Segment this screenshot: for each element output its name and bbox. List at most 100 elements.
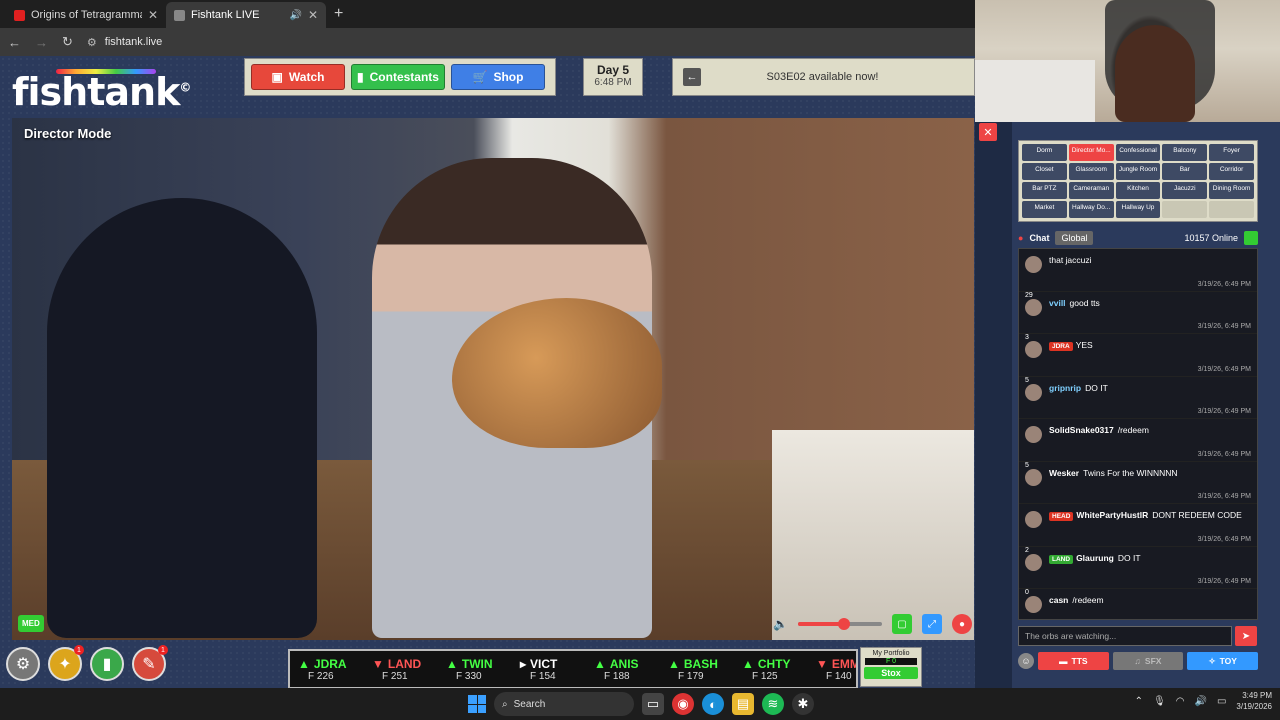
chat-message[interactable]: 3 JDRA YES 3/19/26, 6:49 PM [1019, 334, 1257, 377]
username[interactable]: Glaurung [1076, 553, 1114, 563]
ticker-item[interactable]: ▲ BASH F 179 [660, 657, 734, 682]
chat-message[interactable]: 29 vvill good tts 3/19/26, 6:49 PM [1019, 292, 1257, 334]
camera-button[interactable]: Kitchen [1115, 182, 1161, 199]
tools-button[interactable]: ✎ 1 [132, 645, 168, 681]
username[interactable]: Wesker [1049, 468, 1079, 478]
ticker-item[interactable]: ▲ CHTY F 125 [734, 657, 808, 682]
toy-button[interactable]: ✧ TOY [1187, 652, 1259, 670]
new-tab-button[interactable]: + [326, 2, 351, 28]
camera-button[interactable]: Bar [1162, 163, 1208, 180]
camera-button[interactable]: Glassroom [1068, 163, 1114, 180]
file-explorer-icon[interactable]: ▤ [732, 693, 754, 715]
edge-icon[interactable]: ◐ [702, 693, 724, 715]
chat-message[interactable]: 5 gripnrip DO IT 3/19/26, 6:49 PM [1019, 377, 1257, 419]
tab-tetragrammaton[interactable]: Origins of Tetragrammaton | Jo ✕ [6, 2, 166, 28]
contestant-button[interactable]: ▮ [90, 647, 124, 681]
chat-message[interactable]: SolidSnake0317/redeem 3/19/26, 6:49 PM [1019, 419, 1257, 462]
username[interactable]: WhitePartyHustlR [1076, 510, 1148, 520]
tab-fishtank-live[interactable]: Fishtank LIVE 🔊 ✕ [166, 2, 326, 28]
quality-badge[interactable]: MED [18, 615, 44, 632]
settings-button[interactable]: ⚙ [6, 647, 40, 681]
ticker-item[interactable]: ▲ TWIN F 330 [438, 657, 512, 682]
url-field[interactable]: ⚙ fishtank.live [87, 36, 162, 49]
avatar[interactable] [1025, 596, 1042, 613]
chat-message[interactable]: 2 LAND Glaurung DO IT 3/19/26, 6:49 PM [1019, 547, 1257, 589]
app-icon[interactable]: ✱ [792, 693, 814, 715]
close-tab-icon[interactable]: ✕ [308, 8, 318, 22]
chat-messages[interactable]: that jaccuzi 3/19/26, 6:49 PM 29 vvill good … [1018, 248, 1258, 620]
video-player[interactable]: Director Mode MED 🔈 ▢ ⤢ ● [12, 118, 974, 640]
avatar[interactable] [1025, 553, 1042, 571]
camera-button[interactable]: Hallway Up [1115, 201, 1161, 218]
chrome-icon[interactable]: ◉ [672, 693, 694, 715]
chat-message[interactable]: HEAD WhitePartyHustlR DONT REDEEM CODE 3/19… [1019, 504, 1257, 547]
task-view-icon[interactable]: ▭ [642, 693, 664, 715]
global-chat-toggle[interactable]: Global [1055, 231, 1094, 245]
expand-chat-icon[interactable] [1244, 231, 1258, 245]
watch-button[interactable]: ▣ Watch [251, 64, 345, 90]
ticker-item[interactable]: ▲ ANIS F 188 [586, 657, 660, 682]
close-tab-icon[interactable]: ✕ [148, 8, 158, 22]
spotify-icon[interactable]: ≋ [762, 693, 784, 715]
fishtank-logo[interactable]: fishtank© [12, 70, 191, 114]
username[interactable]: vvill [1049, 298, 1066, 308]
chat-input[interactable]: The orbs are watching... [1018, 626, 1232, 646]
back-icon[interactable]: ← [8, 35, 21, 50]
windows-start-icon[interactable] [468, 695, 486, 713]
username[interactable]: casn [1049, 595, 1068, 605]
camera-button[interactable]: Balcony [1162, 144, 1208, 161]
avatar[interactable] [1025, 383, 1042, 401]
battery-icon[interactable]: ▭ [1217, 696, 1226, 707]
tts-button[interactable]: ▬ TTS [1038, 652, 1109, 670]
sfx-button[interactable]: ♫ SFX [1112, 652, 1184, 670]
camera-button[interactable]: Dining Room [1209, 182, 1254, 199]
camera-button[interactable]: Closet [1022, 163, 1067, 180]
camera-button[interactable]: Jungle Room [1115, 163, 1161, 180]
camera-button[interactable]: Foyer [1209, 144, 1254, 161]
volume-slider[interactable] [798, 618, 882, 630]
record-icon[interactable]: ● [952, 614, 972, 634]
clock[interactable]: 3:49 PM 3/19/2026 [1236, 690, 1272, 712]
avatar[interactable] [1025, 511, 1042, 528]
site-info-icon[interactable]: ⚙ [87, 36, 97, 49]
emoji-icon[interactable]: ☺ [1018, 653, 1034, 669]
avatar[interactable] [1025, 298, 1042, 316]
stox-button[interactable]: Stox [864, 667, 918, 679]
ticker-item[interactable]: ▸ VICT F 154 [512, 657, 586, 682]
chat-message[interactable]: 5 Wesker Twins For the WINNNNN 3/19/26, 6:4… [1019, 462, 1257, 504]
send-button[interactable]: ➤ [1235, 626, 1257, 646]
camera-button[interactable]: Cameraman [1068, 182, 1114, 199]
volume-icon[interactable]: 🔊 [1195, 696, 1207, 707]
wifi-icon[interactable]: ◠ [1176, 696, 1185, 707]
episode-banner[interactable]: ← S03E02 available now! [672, 58, 975, 96]
username[interactable]: SolidSnake0317 [1049, 425, 1114, 435]
reload-icon[interactable]: ↻ [62, 34, 73, 50]
speaker-icon[interactable]: 🔊 [289, 10, 301, 21]
avatar[interactable] [1025, 341, 1042, 358]
arrow-left-icon[interactable]: ← [683, 68, 701, 86]
volume-knob[interactable] [838, 618, 851, 630]
camera-button[interactable] [1162, 201, 1208, 218]
chevron-up-icon[interactable]: ⌃ [1135, 696, 1143, 707]
shop-button[interactable]: 🛒 Shop [451, 64, 545, 90]
camera-button[interactable]: Director Mo... [1068, 144, 1114, 161]
ticker-item[interactable]: ▼ LAND F 251 [364, 657, 438, 682]
chat-message[interactable]: that jaccuzi 3/19/26, 6:49 PM [1019, 249, 1257, 292]
taskbar-search[interactable]: ⌕ Search [494, 692, 634, 716]
clip-icon[interactable]: ▢ [892, 614, 912, 634]
fullscreen-icon[interactable]: ⤢ [922, 614, 942, 634]
contestants-button[interactable]: ▮ Contestants [351, 64, 445, 90]
camera-button[interactable]: Hallway Do... [1068, 201, 1114, 218]
avatar[interactable] [1025, 426, 1042, 443]
camera-button[interactable]: Jacuzzi [1162, 182, 1208, 199]
username[interactable]: gripnrip [1049, 383, 1081, 393]
inventory-button[interactable]: ✦ 1 [48, 645, 84, 681]
ticker-item[interactable]: ▼ EMM F 140 [808, 657, 856, 682]
ticker-item[interactable]: ▲ JDRA F 226 [290, 657, 364, 682]
chat-message[interactable]: 0casn/redeem3/19/26, 6:49 PM [1019, 589, 1257, 619]
camera-button[interactable]: Dorm [1022, 144, 1067, 161]
avatar[interactable] [1025, 468, 1042, 486]
camera-button[interactable] [1209, 201, 1254, 218]
camera-button[interactable]: Confessional [1115, 144, 1161, 161]
close-panel-button[interactable]: ✕ [979, 123, 997, 141]
